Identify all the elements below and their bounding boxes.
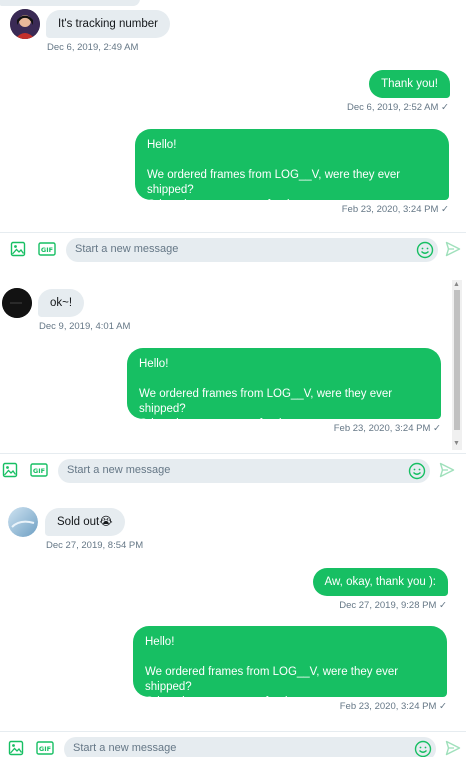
send-icon[interactable] xyxy=(439,462,455,483)
message-line: Hello! xyxy=(147,139,177,151)
message-input[interactable]: Start a new message xyxy=(64,737,436,757)
sent-message-bubble: Hello! We ordered frames from LOG__V, we… xyxy=(135,129,449,211)
input-placeholder: Start a new message xyxy=(75,243,179,255)
sent-message-bubble: Thank you! xyxy=(369,70,450,98)
emoji-icon[interactable] xyxy=(408,462,426,485)
message-timestamp: Dec 27, 2019, 9:28 PM ✓ xyxy=(339,600,447,611)
send-icon[interactable] xyxy=(445,740,461,757)
image-icon[interactable] xyxy=(2,462,18,483)
timestamp-text: Feb 23, 2020, 3:24 PM xyxy=(341,204,439,215)
received-message-bubble: Sold out😭 xyxy=(45,508,125,536)
message-line: Hello! xyxy=(145,636,175,648)
conversation-panel-2: ok~! Dec 9, 2019, 4:01 AM Hello! We orde… xyxy=(0,280,466,485)
sent-message-bubble: Hello! We ordered frames from LOG__V, we… xyxy=(133,626,447,708)
message-line: Hello! xyxy=(139,358,169,370)
scrollbar-thumb[interactable] xyxy=(454,290,460,430)
message-timestamp: Feb 23, 2020, 3:24 PM ✓ xyxy=(342,204,449,215)
send-icon[interactable] xyxy=(445,241,461,262)
message-line: We ordered frames from LOG__V, were they… xyxy=(147,169,401,196)
conversation-panel-1: It's tracking number Dec 6, 2019, 2:49 A… xyxy=(0,0,466,268)
message-composer: GIF Start a new message xyxy=(0,232,466,266)
message-composer: GIF Start a new message xyxy=(0,453,466,485)
message-input[interactable]: Start a new message xyxy=(58,459,430,483)
timestamp-text: Dec 6, 2019, 2:52 AM xyxy=(347,102,439,113)
message-timestamp: Feb 23, 2020, 3:24 PM ✓ xyxy=(340,701,447,712)
gif-icon[interactable]: GIF xyxy=(38,241,56,262)
svg-text:GIF: GIF xyxy=(33,467,45,475)
sent-check-icon: ✓ xyxy=(439,600,447,611)
message-timestamp: Feb 23, 2020, 3:24 PM ✓ xyxy=(334,423,441,434)
received-message-bubble: It's tracking number xyxy=(46,10,170,38)
scroll-down-icon[interactable]: ▼ xyxy=(453,440,460,448)
timestamp-text: Feb 23, 2020, 3:24 PM xyxy=(333,423,431,434)
sent-message-bubble: Aw, okay, thank you ): xyxy=(312,568,448,596)
received-message-bubble: ok~! xyxy=(38,289,85,317)
image-icon[interactable] xyxy=(10,241,26,262)
svg-text:GIF: GIF xyxy=(39,745,51,753)
emoji-icon[interactable] xyxy=(416,241,434,264)
sent-message-bubble: Hello! We ordered frames from LOG__V, we… xyxy=(127,348,441,430)
sent-check-icon: ✓ xyxy=(433,423,441,434)
emoji-icon[interactable] xyxy=(414,740,432,757)
input-placeholder: Start a new message xyxy=(73,742,177,754)
message-timestamp: Dec 27, 2019, 8:54 PM xyxy=(46,540,144,551)
message-timestamp: Dec 6, 2019, 2:52 AM ✓ xyxy=(347,102,449,113)
avatar[interactable] xyxy=(2,288,32,318)
sent-check-icon: ✓ xyxy=(439,701,447,712)
message-input[interactable]: Start a new message xyxy=(66,238,438,262)
message-composer: GIF Start a new message xyxy=(0,731,466,757)
scrollbar[interactable]: ▲ ▼ xyxy=(452,280,462,450)
message-line: We ordered frames from LOG__V, were they… xyxy=(145,666,399,693)
received-message-bubble xyxy=(0,0,140,6)
message-timestamp: Dec 9, 2019, 4:01 AM xyxy=(39,321,131,332)
message-line: We ordered frames from LOG__V, were they… xyxy=(139,388,393,415)
gif-icon[interactable]: GIF xyxy=(30,462,48,483)
gif-icon[interactable]: GIF xyxy=(36,740,54,757)
avatar[interactable] xyxy=(10,9,40,39)
input-placeholder: Start a new message xyxy=(67,464,171,476)
avatar[interactable] xyxy=(8,507,38,537)
scroll-up-icon[interactable]: ▲ xyxy=(453,281,460,289)
sent-check-icon: ✓ xyxy=(441,102,449,113)
image-icon[interactable] xyxy=(8,740,24,757)
timestamp-text: Dec 27, 2019, 9:28 PM xyxy=(339,600,437,611)
timestamp-text: Feb 23, 2020, 3:24 PM xyxy=(339,701,437,712)
message-timestamp: Dec 6, 2019, 2:49 AM xyxy=(47,42,139,53)
svg-text:GIF: GIF xyxy=(41,246,53,254)
conversation-panel-3: Sold out😭 Dec 27, 2019, 8:54 PM Aw, okay… xyxy=(0,500,466,757)
sent-check-icon: ✓ xyxy=(441,204,449,215)
